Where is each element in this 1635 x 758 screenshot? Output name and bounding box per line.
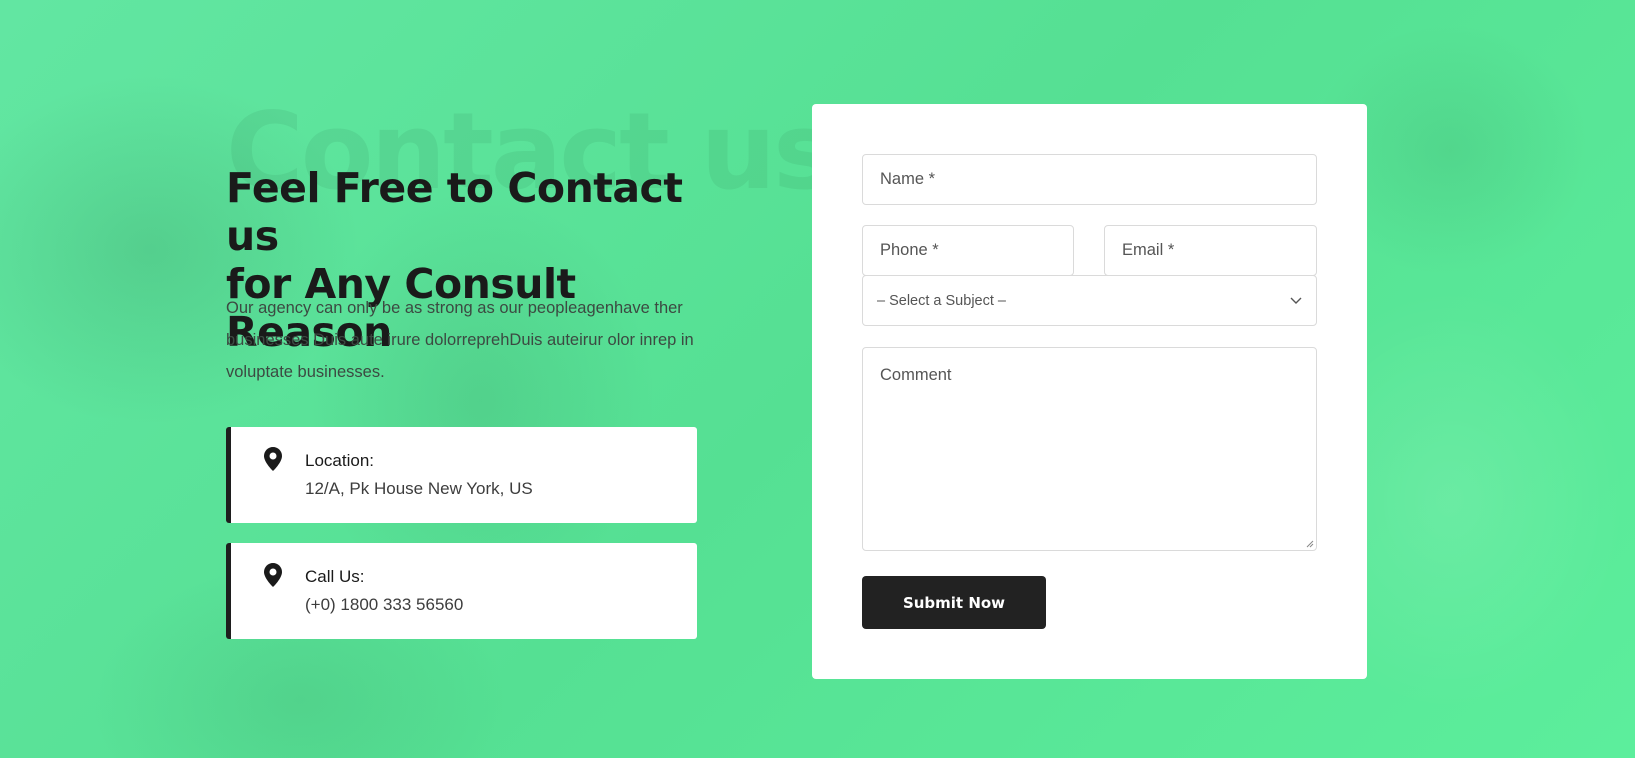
location-pin-icon xyxy=(264,447,282,471)
chevron-down-icon xyxy=(1290,297,1302,304)
subject-placeholder: – Select a Subject – xyxy=(877,292,1006,309)
location-value: 12/A, Pk House New York, US xyxy=(305,479,533,498)
heading-line-1: Feel Free to Contact us xyxy=(226,164,683,260)
phone-placeholder: Phone * xyxy=(880,241,939,259)
location-card: Location: 12/A, Pk House New York, US xyxy=(226,427,697,523)
email-placeholder: Email * xyxy=(1122,241,1175,259)
resize-handle-icon[interactable] xyxy=(1304,538,1314,548)
description-text: Our agency can only be as strong as our … xyxy=(226,299,694,381)
subject-select[interactable]: – Select a Subject – xyxy=(862,275,1317,326)
call-us-title: Call Us: xyxy=(305,567,365,586)
comment-textarea[interactable]: Comment xyxy=(862,347,1317,551)
submit-button[interactable]: Submit Now xyxy=(862,576,1046,629)
call-us-value: (+0) 1800 333 56560 xyxy=(305,595,464,614)
email-input[interactable]: Email * xyxy=(1104,225,1317,276)
comment-placeholder: Comment xyxy=(880,366,952,384)
contact-form: Name * Phone * Email * – Select a Subjec… xyxy=(812,104,1367,679)
phone-input[interactable]: Phone * xyxy=(862,225,1074,276)
location-pin-icon xyxy=(264,563,282,587)
name-input[interactable]: Name * xyxy=(862,154,1317,205)
location-title: Location: xyxy=(305,451,374,470)
call-us-card: Call Us: (+0) 1800 333 56560 xyxy=(226,543,697,639)
name-placeholder: Name * xyxy=(880,170,936,188)
